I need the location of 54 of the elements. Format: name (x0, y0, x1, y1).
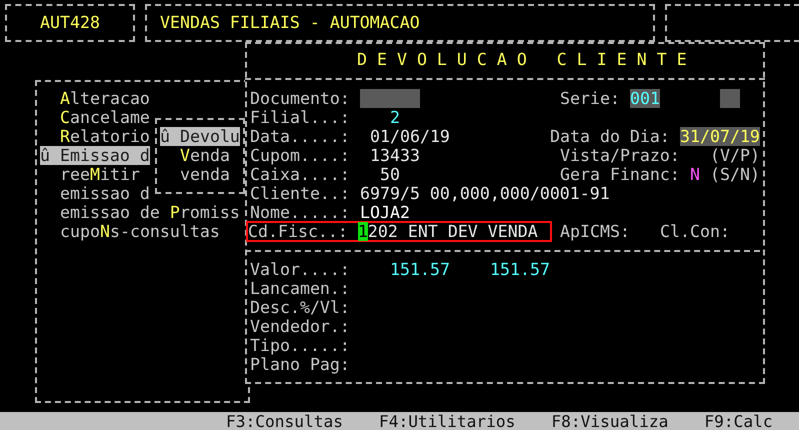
field-label: Documento: (250, 89, 350, 108)
field-label: Desc.%/Vl: (250, 298, 350, 317)
menu-item[interactable]: emissao de P romiss (40, 203, 240, 222)
menu-item[interactable]: emissao d (40, 184, 150, 203)
field-value: N (690, 165, 700, 184)
field-label: Data.....: (250, 127, 350, 146)
field-label: Gera Financ: (560, 165, 680, 184)
field-label: Cliente..: (250, 184, 350, 203)
field-label: Plano Pag: (250, 355, 350, 374)
field-hint: (S/N) (710, 165, 760, 184)
menu-item[interactable]: reeMitir (40, 165, 140, 184)
field-value[interactable]: 001 (630, 89, 660, 108)
field-value: 6979/5 00,000,000/0001-91 (360, 184, 610, 203)
field-value: 31/07/19 (680, 127, 760, 146)
field-label: Cupom....: (250, 146, 350, 165)
function-key[interactable]: F8:Visualiza (551, 412, 668, 430)
field-label: Caixa....: (250, 165, 350, 184)
field-label: Serie: (560, 89, 620, 108)
dialog-title: D E V O L U C A O C L I E N T E (357, 50, 687, 69)
redacted-block (720, 89, 740, 108)
submenu-item[interactable]: û Devolu (160, 127, 240, 146)
field-value: 13433 (370, 146, 420, 165)
menu-item[interactable]: Cancelame (40, 108, 150, 127)
field-value: LOJA2 (360, 203, 410, 222)
field-value[interactable]: 1202 ENT DEV VENDA (358, 222, 538, 241)
menu-item[interactable]: cupoNs-consultas (40, 222, 220, 241)
field-value: 151.57 (490, 260, 550, 279)
window-title: VENDAS FILIAIS - AUTOMACAO (160, 13, 421, 32)
function-key[interactable]: F3:Consultas (226, 412, 343, 430)
field-label: Vista/Prazo: (560, 146, 680, 165)
field-value: 151.57 (390, 260, 450, 279)
menu-item[interactable]: û Emissao d (40, 146, 150, 165)
menu-item[interactable]: Alteracao (40, 89, 150, 108)
field-label: Data do Dia: (550, 127, 670, 146)
field-label: Lancamen.: (250, 279, 350, 298)
field-value: 01/06/19 (370, 127, 450, 146)
field-label: Cl.Con: (660, 222, 730, 241)
field-label: Tipo.....: (250, 336, 350, 355)
function-key[interactable]: F9:Calc (704, 412, 773, 430)
submenu-item[interactable]: venda (160, 165, 230, 184)
menu-item[interactable]: Relatorio (40, 127, 150, 146)
field-label: Cd.Fisc..: (248, 222, 348, 241)
submenu-item[interactable]: Venda (160, 146, 230, 165)
field-label: Valor....: (250, 260, 350, 279)
field-value: 2 (390, 108, 400, 127)
field-label: Filial...: (250, 108, 350, 127)
redacted-block (360, 89, 420, 108)
field-hint: (V/P) (710, 146, 760, 165)
field-label: ApICMS: (560, 222, 630, 241)
field-value: 50 (380, 165, 400, 184)
program-code: AUT428 (40, 13, 101, 32)
field-label: Vendedor.: (250, 317, 350, 336)
function-key[interactable]: F4:Utilitarios (378, 412, 516, 430)
field-label: Nome.....: (250, 203, 350, 222)
